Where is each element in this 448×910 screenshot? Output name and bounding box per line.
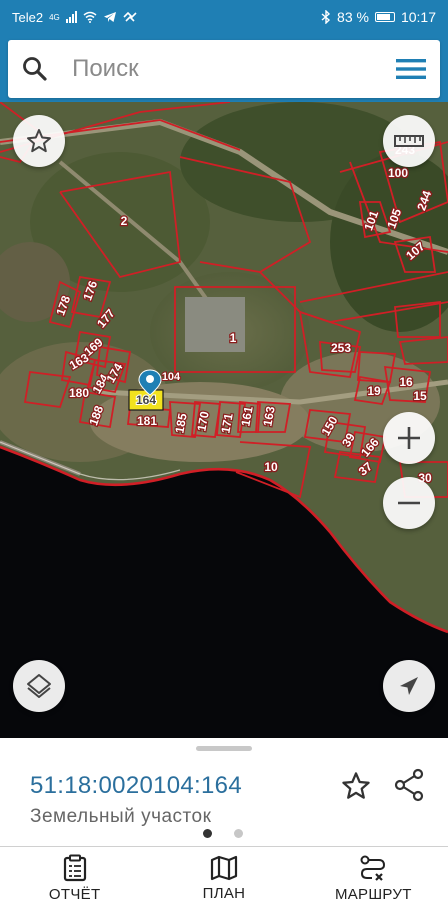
my-location-button[interactable]: [383, 660, 435, 712]
telegram-icon: [103, 12, 116, 22]
zoom-in-button[interactable]: [383, 412, 435, 464]
zoom-out-button[interactable]: [383, 477, 435, 529]
satellite-map-layer[interactable]: 2 1 10 243 100 101 105 244 107 178 176 1…: [0, 102, 448, 738]
page-dot: [234, 829, 243, 838]
status-bar: Tele2 4G 83 % 10:17: [0, 0, 448, 34]
battery-icon: [374, 12, 395, 22]
menu-icon[interactable]: [382, 57, 440, 81]
parcel-label[interactable]: 10: [263, 459, 279, 476]
parcel-label[interactable]: 181: [136, 413, 159, 430]
sheet-drag-handle[interactable]: [196, 746, 252, 751]
layers-button[interactable]: [13, 660, 65, 712]
favorite-map-button[interactable]: [13, 115, 65, 167]
page-dot-active: [203, 829, 212, 838]
share-button[interactable]: [393, 768, 425, 807]
nav-plan[interactable]: ПЛАН: [149, 847, 298, 910]
parcel-label[interactable]: 180: [68, 385, 91, 402]
carrier-label: Tele2: [12, 9, 44, 25]
minus-icon: [398, 501, 420, 505]
parcel-label[interactable]: 2: [119, 213, 129, 230]
clipboard-icon: [63, 854, 86, 882]
parcel-label[interactable]: 16: [398, 374, 414, 391]
ruler-button[interactable]: [383, 115, 435, 167]
cadastral-map[interactable]: 2 1 10 243 100 101 105 244 107 178 176 1…: [0, 102, 448, 738]
selected-parcel[interactable]: 164: [128, 389, 164, 411]
selected-parcel-label: 164: [136, 393, 156, 407]
star-icon: [27, 129, 51, 153]
nav-route[interactable]: МАРШРУТ: [299, 847, 448, 910]
bottom-navigation: ОТЧЁТ ПЛАН МАРШРУТ: [0, 846, 448, 910]
notification-icon: [123, 11, 137, 22]
search-header: [0, 34, 448, 102]
route-icon: [360, 855, 386, 881]
nav-route-label: МАРШРУТ: [334, 886, 412, 903]
battery-percent: 83 %: [337, 9, 369, 25]
parcel-label[interactable]: 1: [228, 330, 238, 347]
ruler-icon: [394, 135, 424, 147]
page-indicator: [203, 829, 243, 838]
marker-label: 104: [162, 371, 181, 383]
plus-icon: [398, 427, 420, 449]
nav-report[interactable]: ОТЧЁТ: [0, 847, 149, 910]
layers-icon: [27, 674, 51, 698]
navigation-arrow-icon: [400, 677, 418, 695]
clock: 10:17: [400, 9, 436, 25]
search-icon[interactable]: [8, 56, 62, 82]
favorite-button[interactable]: [340, 770, 372, 807]
parcel-label[interactable]: 19: [366, 383, 382, 400]
parcel-label[interactable]: 253: [330, 340, 353, 357]
nav-report-label: ОТЧЁТ: [48, 886, 101, 903]
cadastral-number: 51:18:0020104:164: [30, 772, 242, 799]
search-bar: [8, 40, 440, 98]
signal-icon: [65, 11, 77, 23]
share-icon: [394, 768, 424, 802]
parcel-info-sheet[interactable]: 51:18:0020104:164 Земельный участок ОТЧЁ…: [0, 738, 448, 910]
search-input[interactable]: [62, 40, 383, 98]
map-icon: [210, 855, 238, 881]
parcel-label[interactable]: 100: [387, 165, 410, 182]
network-label: 4G: [49, 12, 60, 22]
bluetooth-icon: [321, 10, 331, 24]
parcel-type: Земельный участок: [30, 806, 212, 827]
wifi-icon: [83, 11, 97, 23]
star-icon: [342, 772, 370, 799]
nav-plan-label: ПЛАН: [202, 885, 246, 902]
